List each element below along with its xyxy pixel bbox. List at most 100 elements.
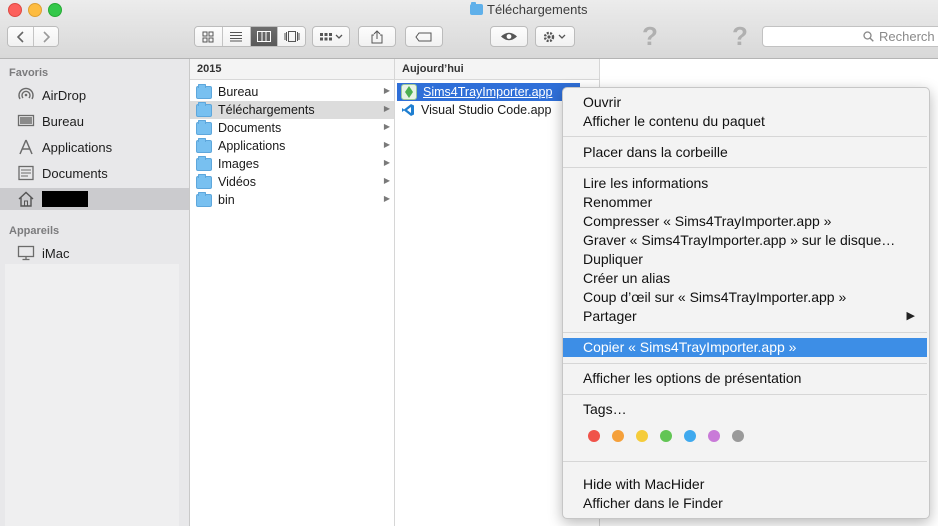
menu-item-copy[interactable]: Copier « Sims4TrayImporter.app » (563, 338, 927, 357)
home-icon (17, 191, 35, 207)
menu-item-show-package-contents[interactable]: Afficher le contenu du paquet (563, 112, 927, 131)
submenu-arrow-icon: ▶ (906, 310, 915, 322)
gear-icon (543, 31, 566, 42)
list-item-telechargements[interactable]: Téléchargements ▶ (190, 101, 394, 119)
tag-yellow-button[interactable] (636, 430, 648, 442)
sidebar: Favoris AirDrop Bureau Applications Docu… (0, 59, 190, 526)
forward-button[interactable] (34, 27, 58, 46)
menu-item-share[interactable]: Partager ▶ (563, 307, 927, 326)
column-header: 2015 (190, 59, 394, 80)
menu-item-move-to-trash[interactable]: Placer dans la corbeille (563, 143, 927, 162)
close-window-button[interactable] (8, 3, 22, 17)
menu-item-rename[interactable]: Renommer (563, 193, 927, 212)
tag-gray-button[interactable] (732, 430, 744, 442)
share-icon (371, 29, 383, 43)
list-view-button[interactable] (222, 27, 251, 46)
list-item-label: Bureau (218, 85, 259, 99)
menu-item-tags[interactable]: Tags… (563, 400, 927, 419)
tag-red-button[interactable] (588, 430, 600, 442)
action-menu-button[interactable] (535, 26, 575, 47)
zoom-window-button[interactable] (48, 3, 62, 17)
menu-item-compress[interactable]: Compresser « Sims4TrayImporter.app » (563, 212, 927, 231)
quick-look-button[interactable] (490, 26, 528, 47)
question-icon[interactable]: ? (732, 21, 748, 52)
coverflow-icon (284, 31, 300, 42)
coverflow-view-button[interactable] (278, 27, 305, 46)
menu-separator (563, 167, 927, 168)
menu-item-open[interactable]: Ouvrir (563, 93, 927, 112)
tag-blue-button[interactable] (684, 430, 696, 442)
arrange-dropdown-button[interactable] (312, 26, 350, 47)
eye-icon (501, 32, 517, 41)
edit-tags-button[interactable] (405, 26, 443, 47)
column-header: Aujourd’hui (395, 59, 599, 80)
sidebar-item-bureau[interactable]: Bureau (0, 110, 189, 132)
back-button[interactable] (8, 27, 35, 46)
menu-item-burn[interactable]: Graver « Sims4TrayImporter.app » sur le … (563, 231, 927, 250)
menu-item-get-info[interactable]: Lire les informations (563, 174, 927, 193)
movies-folder-icon (196, 173, 212, 189)
desktop-icon (17, 113, 35, 129)
disclosure-arrow-icon: ▶ (383, 194, 390, 203)
menu-item-share-label: Partager (583, 308, 637, 324)
list-item-documents[interactable]: Documents ▶ (190, 119, 394, 137)
column-view-button[interactable] (250, 27, 279, 46)
sidebar-item-label: iMac (42, 245, 70, 261)
menu-item-quick-look[interactable]: Coup d’œil sur « Sims4TrayImporter.app » (563, 288, 927, 307)
sims-app-icon (401, 84, 417, 100)
menu-separator (563, 461, 927, 462)
redacted-username (42, 191, 88, 207)
list-item-label: Téléchargements (218, 103, 315, 117)
list-item-label: Sims4TrayImporter.app (423, 85, 553, 99)
vscode-app-icon (401, 103, 415, 117)
sidebar-item-airdrop[interactable]: AirDrop (0, 84, 189, 106)
tag-icon (415, 32, 432, 41)
list-item-label: Images (218, 157, 259, 171)
minimize-window-button[interactable] (28, 3, 42, 17)
search-placeholder: Recherch (879, 29, 935, 44)
list-item-label: Vidéos (218, 175, 256, 189)
menu-item-show-view-options[interactable]: Afficher les options de présentation (563, 369, 927, 388)
list-item-label: Documents (218, 121, 282, 135)
list-item-label: Visual Studio Code.app (421, 103, 552, 117)
list-item-sims4trayimporter[interactable]: Sims4TrayImporter.app (397, 83, 580, 101)
list-item-bin[interactable]: bin ▶ (190, 191, 394, 209)
window-title: Téléchargements (470, 2, 587, 17)
columns-icon (256, 31, 271, 42)
list-item-images[interactable]: Images ▶ (190, 155, 394, 173)
tag-orange-button[interactable] (612, 430, 624, 442)
sidebar-item-label: AirDrop (42, 87, 87, 103)
menu-item-reveal-in-finder[interactable]: Afficher dans le Finder (563, 494, 927, 513)
sidebar-item-label: Applications (42, 139, 113, 155)
browser-column-home: 2015 Bureau ▶ Téléchargements ▶ Document… (190, 59, 395, 526)
menu-item-duplicate[interactable]: Dupliquer (563, 250, 927, 269)
list-item-label: bin (218, 193, 235, 207)
arrange-grid-icon (320, 32, 343, 40)
search-field[interactable]: Recherch (762, 26, 938, 47)
question-icon[interactable]: ? (642, 21, 658, 52)
sidebar-item-applications[interactable]: Applications (0, 136, 189, 158)
list-icon (230, 32, 243, 42)
downloads-folder-icon (470, 2, 483, 15)
sidebar-item-documents[interactable]: Documents (0, 162, 189, 184)
list-item-applications[interactable]: Applications ▶ (190, 137, 394, 155)
applications-folder-icon (196, 137, 212, 153)
menu-separator (563, 394, 927, 395)
disclosure-arrow-icon: ▶ (383, 122, 390, 131)
tag-green-button[interactable] (660, 430, 672, 442)
chevron-left-icon (16, 30, 24, 43)
icon-view-button[interactable] (195, 27, 223, 46)
applications-icon (17, 139, 35, 155)
sidebar-item-imac[interactable]: iMac (0, 242, 189, 264)
search-icon (863, 31, 874, 42)
list-item-videos[interactable]: Vidéos ▶ (190, 173, 394, 191)
sidebar-header-favorites: Favoris (9, 67, 49, 79)
menu-item-hide-with-machider[interactable]: Hide with MacHider (563, 475, 927, 494)
disclosure-arrow-icon: ▶ (383, 176, 390, 185)
sidebar-item-label: Documents (42, 165, 108, 181)
list-item-bureau[interactable]: Bureau ▶ (190, 83, 394, 101)
sidebar-item-home[interactable] (0, 188, 189, 210)
menu-item-make-alias[interactable]: Créer un alias (563, 269, 927, 288)
tag-purple-button[interactable] (708, 430, 720, 442)
share-button[interactable] (358, 26, 396, 47)
